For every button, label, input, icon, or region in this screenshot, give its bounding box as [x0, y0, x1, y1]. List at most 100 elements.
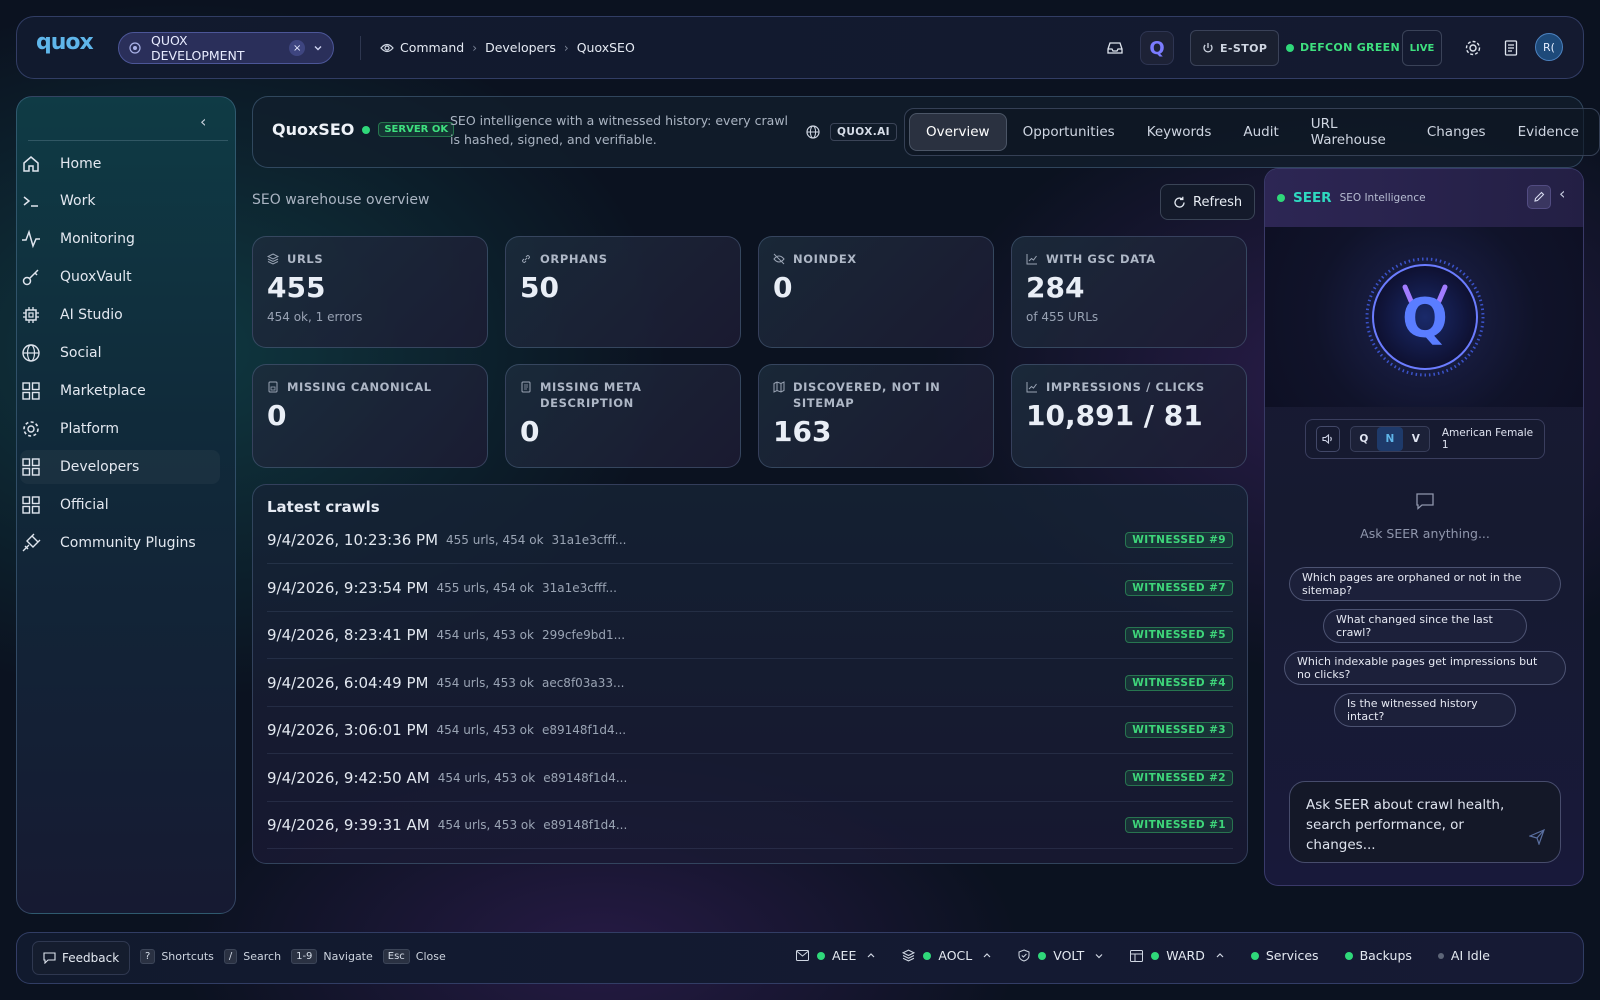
workspace-selector[interactable]: QUOX DEVELOPMENT ×	[118, 32, 334, 64]
crawl-row[interactable]: 9/4/2026, 10:23:36 PM 455 urls, 454 ok 31a…	[267, 517, 1233, 564]
crawl-row[interactable]: 9/4/2026, 9:23:54 PM 455 urls, 454 ok 31a1…	[267, 565, 1233, 612]
sidebar-item-work[interactable]: Work	[20, 184, 220, 218]
latest-crawls-panel: Latest crawls 9/4/2026, 10:23:36 PM 455 u…	[252, 484, 1248, 864]
status-item-volt[interactable]: VOLT	[1018, 948, 1104, 963]
crawl-meta: 455 urls, 454 ok	[436, 580, 534, 595]
sidebar-item-platform[interactable]: Platform	[20, 412, 220, 446]
grid-icon	[20, 380, 42, 402]
service-services[interactable]: Services	[1250, 948, 1319, 963]
voice-name[interactable]: American Female 1	[1442, 427, 1534, 451]
sidebar-item-quoxvault[interactable]: QuoxVault	[20, 260, 220, 294]
collapse-panel-icon[interactable]: ‹	[1559, 184, 1565, 203]
gear-icon[interactable]	[1456, 31, 1490, 65]
plug-icon	[20, 532, 42, 554]
defcon-status[interactable]: DEFCON GREEN	[1286, 41, 1400, 54]
stat-card[interactable]: ORPHANS 50	[505, 236, 741, 348]
service-backups[interactable]: Backups	[1344, 948, 1412, 963]
breadcrumb-command[interactable]: Command	[400, 40, 464, 55]
breadcrumb-developers[interactable]: Developers	[485, 40, 556, 55]
refresh-icon	[1173, 196, 1186, 209]
suggestion-chip[interactable]: What changed since the last crawl?	[1323, 609, 1527, 643]
stat-card[interactable]: MISSING META DESCRIPTION 0	[505, 364, 741, 468]
sidebar-item-social[interactable]: Social	[20, 336, 220, 370]
service-ai-idle[interactable]: AI Idle	[1437, 948, 1490, 963]
send-icon[interactable]	[1529, 829, 1545, 845]
sidebar-item-marketplace[interactable]: Marketplace	[20, 374, 220, 408]
workspace-clear-button[interactable]: ×	[289, 40, 305, 56]
crawl-date: 9/4/2026, 9:23:54 PM	[267, 578, 429, 597]
crawl-hash: 31a1e3cfff...	[551, 533, 627, 547]
inbox-icon[interactable]	[1098, 31, 1132, 65]
sidebar-item-developers[interactable]: Developers	[20, 450, 220, 484]
stat-card[interactable]: IMPRESSIONS / CLICKS 10,891 / 81	[1011, 364, 1247, 468]
feedback-button[interactable]: Feedback	[32, 941, 131, 975]
edit-icon[interactable]	[1527, 185, 1551, 209]
speaker-icon[interactable]	[1316, 426, 1340, 452]
breadcrumb-quoxseo[interactable]: QuoxSEO	[577, 40, 635, 55]
stat-card[interactable]: MISSING CANONICAL 0	[252, 364, 488, 468]
status-item-ward[interactable]: WARD	[1130, 948, 1225, 963]
stat-card[interactable]: WITH GSC DATA 284 of 455 URLs	[1011, 236, 1247, 348]
suggestion-chip[interactable]: Is the witnessed history intact?	[1334, 693, 1516, 727]
stat-card[interactable]: URLS 455 454 ok, 1 errors	[252, 236, 488, 348]
status-dot	[923, 951, 932, 960]
document-icon[interactable]	[1494, 31, 1528, 65]
chevron-down-icon[interactable]	[313, 43, 323, 53]
sidebar-item-monitoring[interactable]: Monitoring	[20, 222, 220, 256]
globe-icon	[20, 342, 42, 364]
stat-value: 455	[267, 271, 326, 304]
divider	[28, 140, 228, 141]
shortcut-key: Esc	[382, 949, 410, 964]
shortcut-key: /	[223, 949, 238, 964]
crawl-row[interactable]: 9/4/2026, 8:23:41 PM 454 urls, 453 ok 299c…	[267, 612, 1233, 659]
tab-changes[interactable]: Changes	[1411, 113, 1502, 151]
chevron-right-icon: ›	[563, 40, 569, 55]
stat-card[interactable]: NOINDEX 0	[758, 236, 994, 348]
chart-icon	[1026, 379, 1046, 393]
crawl-row[interactable]: 9/4/2026, 3:06:01 PM 454 urls, 453 ok e891…	[267, 707, 1233, 754]
tab-url-warehouse[interactable]: URL Warehouse	[1295, 113, 1411, 151]
terminal-icon	[20, 190, 42, 212]
status-dot	[362, 125, 371, 134]
status-item-aocl[interactable]: AOCL	[902, 948, 992, 963]
sidebar-item-community-plugins[interactable]: Community Plugins	[20, 526, 220, 560]
tab-opportunities[interactable]: Opportunities	[1007, 113, 1131, 151]
stat-card[interactable]: DISCOVERED, NOT IN SITEMAP 163	[758, 364, 994, 468]
seer-avatar-stage: Q	[1265, 227, 1583, 407]
status-item-aee[interactable]: AEE	[796, 948, 876, 963]
voice-mode-q[interactable]: Q	[1351, 427, 1377, 451]
estop-button[interactable]: E-STOP	[1190, 30, 1280, 66]
home-icon	[20, 153, 42, 175]
collapse-sidebar-icon[interactable]: ‹	[200, 112, 206, 131]
sidebar-item-official[interactable]: Official	[20, 488, 220, 522]
tab-keywords[interactable]: Keywords	[1131, 113, 1228, 151]
eye-off-icon	[773, 251, 793, 265]
crawl-row[interactable]: 9/4/2026, 6:04:49 PM 454 urls, 453 ok aec8…	[267, 660, 1233, 707]
quox-q-icon[interactable]: Q	[1140, 31, 1174, 65]
sidebar-item-home[interactable]: Home	[20, 147, 220, 181]
tab-evidence[interactable]: Evidence	[1502, 113, 1595, 151]
crawl-row[interactable]: 9/4/2026, 9:42:50 AM 454 urls, 453 ok e891…	[267, 755, 1233, 802]
avatar[interactable]: R(	[1535, 33, 1563, 61]
workspace-name: QUOX DEVELOPMENT	[151, 33, 245, 63]
link-icon	[520, 251, 540, 265]
domain-selector[interactable]: QUOX.AI	[806, 123, 897, 141]
suggestion-chip[interactable]: Which indexable pages get impressions bu…	[1284, 651, 1566, 685]
status-label: WARD	[1166, 948, 1205, 963]
seer-input[interactable]: Ask SEER about crawl health, search perf…	[1289, 781, 1561, 863]
chevron-right-icon: ›	[472, 40, 478, 55]
crawl-row[interactable]: 9/4/2026, 9:39:31 AM 454 urls, 453 ok e891…	[267, 802, 1233, 849]
live-badge[interactable]: LIVE	[1402, 30, 1442, 66]
crawl-date: 9/4/2026, 3:06:01 PM	[267, 721, 429, 739]
tab-audit[interactable]: Audit	[1227, 113, 1294, 151]
refresh-button[interactable]: Refresh	[1160, 184, 1256, 220]
app-logo[interactable]: quox	[36, 30, 94, 55]
suggestion-chip[interactable]: Which pages are orphaned or not in the s…	[1289, 567, 1561, 601]
voice-mode-v[interactable]: V	[1403, 427, 1429, 451]
shield-icon	[1018, 949, 1030, 962]
sidebar-item-ai-studio[interactable]: AI Studio	[20, 298, 220, 332]
gear-icon	[20, 418, 42, 440]
tab-overview[interactable]: Overview	[909, 113, 1007, 151]
crawl-hash: aec8f03a33...	[541, 675, 625, 690]
voice-mode-n[interactable]: N	[1376, 427, 1403, 451]
